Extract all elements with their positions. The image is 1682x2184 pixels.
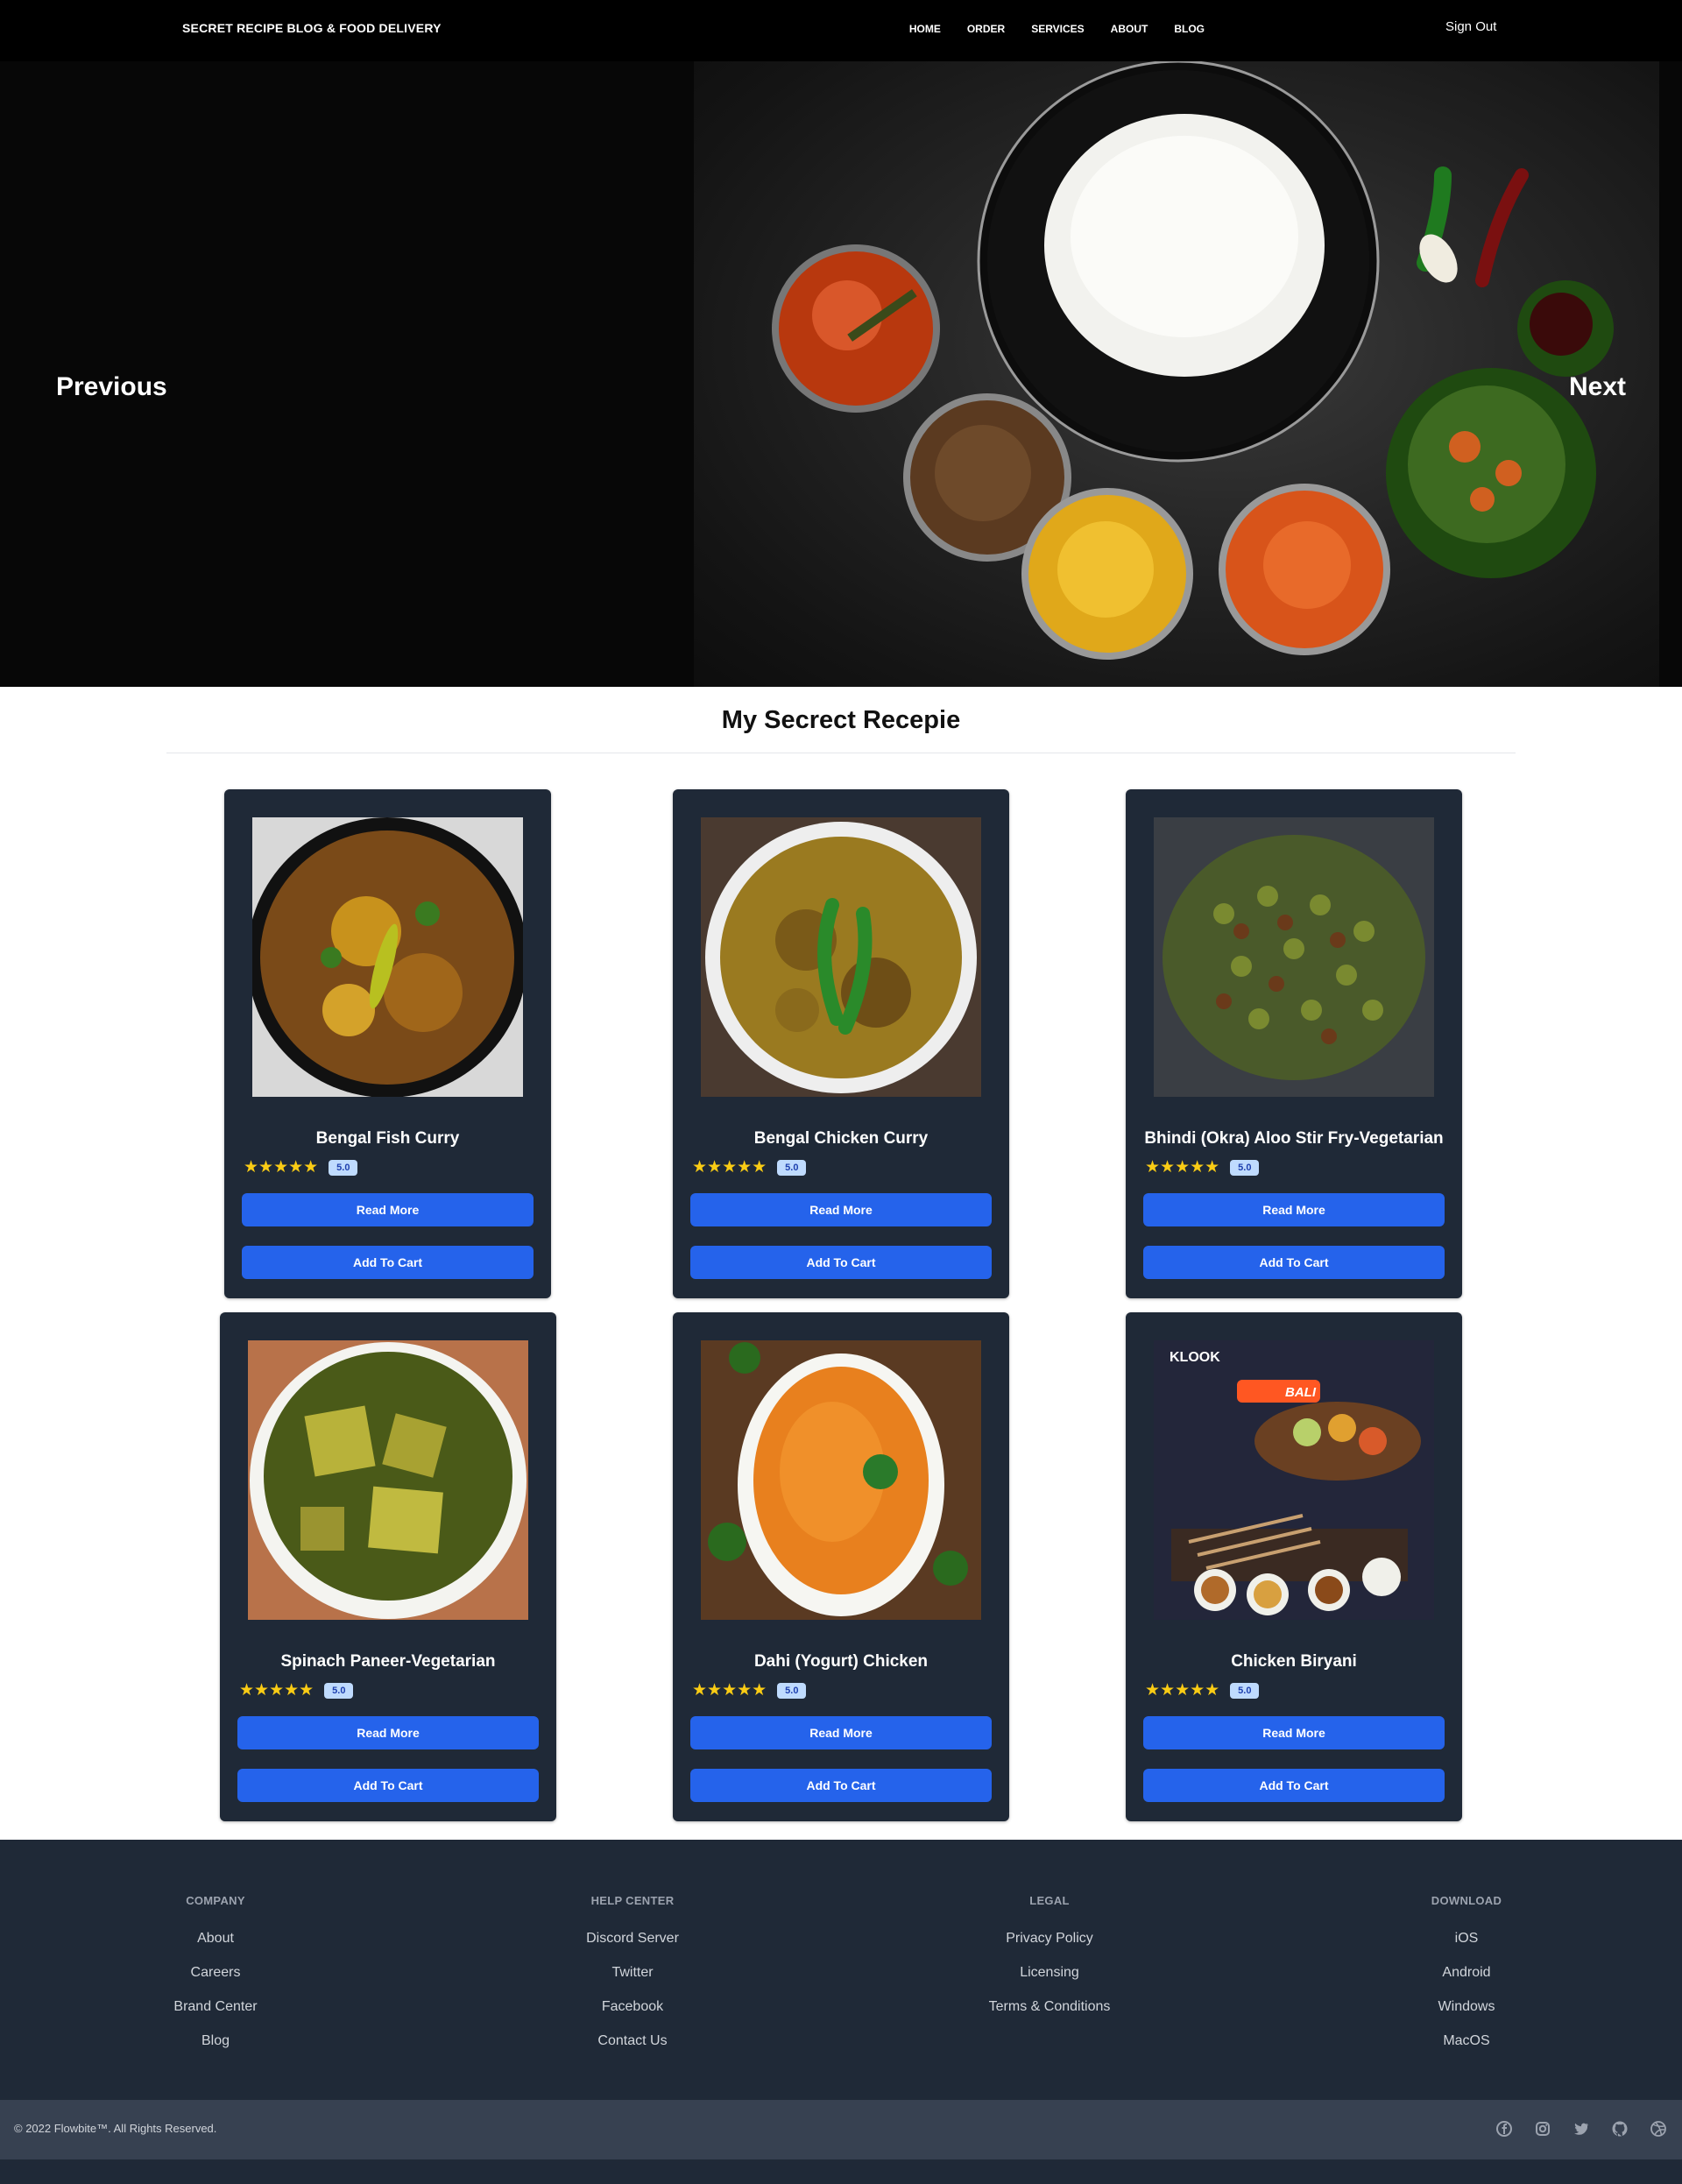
recipe-card: Bhindi (Okra) Aloo Stir Fry-Vegetarian ★… <box>1126 789 1462 1298</box>
footer-col-title: COMPANY <box>186 1894 245 1907</box>
read-more-button[interactable]: Read More <box>1143 1716 1445 1749</box>
rating-stars: ★★★★★ <box>692 1681 767 1700</box>
nav-about[interactable]: ABOUT <box>1111 23 1148 35</box>
rating: ★★★★★ 5.0 <box>1145 1158 1260 1177</box>
section-title: My Secrect Recepie <box>721 706 961 734</box>
recipe-image-okra-stir-fry[interactable] <box>1154 817 1434 1097</box>
read-more-button[interactable]: Read More <box>1143 1193 1445 1226</box>
recipe-image-spinach-paneer[interactable] <box>248 1340 528 1620</box>
footer-link[interactable]: Careers <box>128 1965 303 1981</box>
rating: ★★★★★ 5.0 <box>692 1681 807 1700</box>
footer-link[interactable]: Licensing <box>962 1965 1137 1981</box>
recipe-image-fish-curry[interactable] <box>252 817 523 1097</box>
klook-logo-text: KLOOK <box>1170 1350 1220 1365</box>
page-bottom <box>0 2159 1682 2184</box>
carousel-next-button[interactable]: Next <box>1569 372 1626 402</box>
nav-services[interactable]: SERVICES <box>1031 23 1084 35</box>
footer-col-legal: LEGAL Privacy Policy Licensing Terms & C… <box>962 1894 1137 2033</box>
footer-link[interactable]: Blog <box>128 2033 303 2049</box>
copyright-text: © 2022 Flowbite™. All Rights Reserved. <box>14 2122 217 2135</box>
nav-links: HOME ORDER SERVICES ABOUT BLOG <box>883 23 1205 35</box>
footer: COMPANY About Careers Brand Center Blog … <box>0 1840 1682 2100</box>
recipe-card: Spinach Paneer-Vegetarian ★★★★★ 5.0 Read… <box>220 1312 556 1821</box>
rating-badge: 5.0 <box>1230 1682 1260 1699</box>
recipe-title: Dahi (Yogurt) Chicken <box>753 1652 929 1671</box>
footer-link[interactable]: Facebook <box>545 1999 720 2015</box>
add-to-cart-button[interactable]: Add To Cart <box>1143 1769 1445 1802</box>
recipe-title: Spinach Paneer-Vegetarian <box>280 1652 496 1671</box>
recipe-title: Bengal Fish Curry <box>315 1129 460 1148</box>
recipe-image-dahi-chicken[interactable] <box>701 1340 981 1620</box>
read-more-button[interactable]: Read More <box>242 1193 534 1226</box>
recipe-card: Bengal Chicken Curry ★★★★★ 5.0 Read More… <box>673 789 1009 1298</box>
footer-col-help-center: HELP CENTER Discord Server Twitter Faceb… <box>545 1894 720 2067</box>
rating: ★★★★★ 5.0 <box>239 1681 354 1700</box>
nav-home[interactable]: HOME <box>909 23 941 35</box>
dribbble-icon[interactable] <box>1650 2120 1667 2138</box>
footer-link[interactable]: Discord Server <box>545 1931 720 1947</box>
rating-stars: ★★★★★ <box>244 1158 319 1177</box>
recipes-section: My Secrect Recepie Bengal Fish Curry ★★★… <box>0 687 1682 1840</box>
top-navbar: SECRET RECIPE BLOG & FOOD DELIVERY HOME … <box>0 0 1682 61</box>
recipe-image-chicken-curry[interactable] <box>701 817 981 1097</box>
footer-link[interactable]: Contact Us <box>545 2033 720 2049</box>
footer-link[interactable]: Terms & Conditions <box>962 1999 1137 2015</box>
footer-link[interactable]: Android <box>1379 1965 1554 1981</box>
footer-col-company: COMPANY About Careers Brand Center Blog <box>128 1894 303 2067</box>
footer-link[interactable]: Twitter <box>545 1965 720 1981</box>
read-more-button[interactable]: Read More <box>690 1716 992 1749</box>
rating-badge: 5.0 <box>1230 1159 1260 1176</box>
hero-carousel: Previous Next <box>0 61 1682 687</box>
footer-link[interactable]: iOS <box>1379 1931 1554 1947</box>
add-to-cart-button[interactable]: Add To Cart <box>242 1246 534 1279</box>
add-to-cart-button[interactable]: Add To Cart <box>237 1769 539 1802</box>
brand-title[interactable]: SECRET RECIPE BLOG & FOOD DELIVERY <box>182 21 442 35</box>
hero-food-image <box>694 61 1659 687</box>
recipe-title: Bhindi (Okra) Aloo Stir Fry-Vegetarian <box>1144 1129 1444 1148</box>
add-to-cart-button[interactable]: Add To Cart <box>1143 1246 1445 1279</box>
read-more-button[interactable]: Read More <box>690 1193 992 1226</box>
recipe-image-chicken-biryani[interactable]: KLOOK BALI <box>1154 1340 1434 1620</box>
rating-stars: ★★★★★ <box>239 1681 314 1700</box>
footer-col-download: DOWNLOAD iOS Android Windows MacOS <box>1379 1894 1554 2067</box>
rating: ★★★★★ 5.0 <box>1145 1681 1260 1700</box>
footer-link[interactable]: Privacy Policy <box>962 1931 1137 1947</box>
rating-badge: 5.0 <box>324 1682 354 1699</box>
recipe-title: Chicken Biryani <box>1231 1652 1357 1671</box>
recipe-card: KLOOK BALI Chicken Biryani ★★★★★ 5.0 Read… <box>1126 1312 1462 1821</box>
nav-order[interactable]: ORDER <box>967 23 1005 35</box>
read-more-button[interactable]: Read More <box>237 1716 539 1749</box>
nav-blog[interactable]: BLOG <box>1174 23 1205 35</box>
bali-label-text: BALI <box>1285 1385 1317 1400</box>
footer-link[interactable]: Brand Center <box>128 1999 303 2015</box>
twitter-icon[interactable] <box>1572 2120 1590 2138</box>
add-to-cart-button[interactable]: Add To Cart <box>690 1769 992 1802</box>
rating-stars: ★★★★★ <box>1145 1681 1220 1700</box>
github-icon[interactable] <box>1611 2120 1629 2138</box>
footer-link[interactable]: Windows <box>1379 1999 1554 2015</box>
footer-col-title: LEGAL <box>1029 1894 1070 1907</box>
footer-link[interactable]: MacOS <box>1379 2033 1554 2049</box>
rating: ★★★★★ 5.0 <box>692 1158 807 1177</box>
rating-stars: ★★★★★ <box>1145 1158 1220 1177</box>
footer-col-title: DOWNLOAD <box>1431 1894 1502 1907</box>
instagram-icon[interactable] <box>1534 2120 1551 2138</box>
carousel-previous-button[interactable]: Previous <box>56 372 167 402</box>
facebook-icon[interactable] <box>1495 2120 1513 2138</box>
rating: ★★★★★ 5.0 <box>244 1158 358 1177</box>
rating-badge: 5.0 <box>777 1159 807 1176</box>
footer-col-title: HELP CENTER <box>590 1894 675 1907</box>
sign-out-button[interactable]: Sign Out <box>1445 19 1496 34</box>
rating-badge: 5.0 <box>777 1682 807 1699</box>
recipe-title: Bengal Chicken Curry <box>753 1129 929 1148</box>
rating-badge: 5.0 <box>329 1159 358 1176</box>
add-to-cart-button[interactable]: Add To Cart <box>690 1246 992 1279</box>
rating-stars: ★★★★★ <box>692 1158 767 1177</box>
footer-link[interactable]: About <box>128 1931 303 1947</box>
footer-bottom-bar: © 2022 Flowbite™. All Rights Reserved. <box>0 2100 1682 2159</box>
recipe-card: Bengal Fish Curry ★★★★★ 5.0 Read More Ad… <box>224 789 551 1298</box>
recipe-card: Dahi (Yogurt) Chicken ★★★★★ 5.0 Read Mor… <box>673 1312 1009 1821</box>
